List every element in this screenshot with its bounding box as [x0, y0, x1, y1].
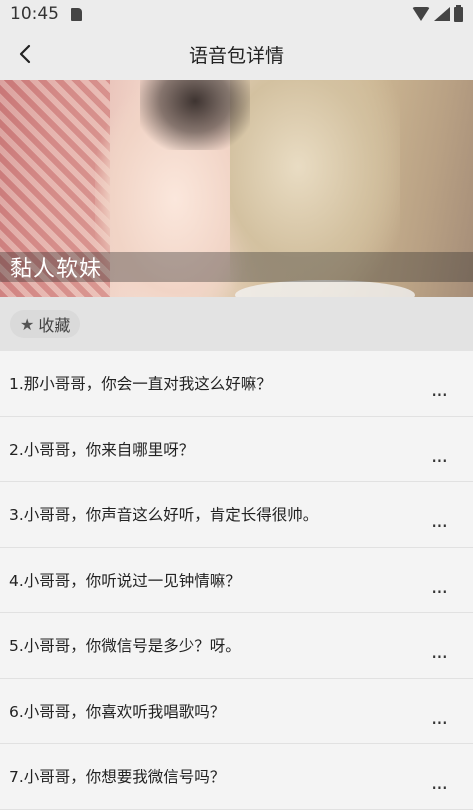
favorite-label: 收藏 [38, 316, 71, 335]
more-options-icon[interactable]: ... [427, 693, 451, 729]
more-options-icon[interactable]: ... [427, 627, 451, 663]
list-item[interactable]: 6.小哥哥，你喜欢听我唱歌吗？ ... [0, 679, 473, 744]
top-nav-bar: 语音包详情 [0, 28, 473, 80]
signal-icon [434, 7, 450, 21]
list-item[interactable]: 2.小哥哥，你来自哪里呀？ ... [0, 417, 473, 482]
list-item[interactable]: 7.小哥哥，你想要我微信号吗？ ... [0, 744, 473, 810]
voice-clip-text: 1.那小哥哥，你会一直对我这么好嘛？ [9, 375, 272, 394]
list-item[interactable]: 4.小哥哥，你听说过一见钟情嘛？ ... [0, 548, 473, 613]
voice-clip-text: 6.小哥哥，你喜欢听我唱歌吗？ [9, 702, 226, 721]
list-item[interactable]: 5.小哥哥，你微信号是多少？呀。 ... [0, 613, 473, 679]
more-options-icon[interactable]: ... [427, 758, 451, 794]
voice-clip-text: 4.小哥哥，你听说过一见钟情嘛？ [9, 571, 241, 590]
chevron-left-icon [19, 44, 31, 64]
list-item[interactable]: 1.那小哥哥，你会一直对我这么好嘛？ ... [0, 351, 473, 417]
more-options-icon[interactable]: ... [427, 562, 451, 598]
page-title: 语音包详情 [188, 44, 284, 67]
voice-clip-text: 2.小哥哥，你来自哪里呀？ [9, 440, 195, 459]
status-time: 10:45 [10, 4, 59, 24]
voice-clip-text: 3.小哥哥，你声音这么好听，肯定长得很帅。 [9, 506, 319, 525]
back-button[interactable] [8, 36, 44, 72]
voice-pack-name: 黏人软妹 [0, 252, 473, 282]
more-options-icon[interactable]: ... [427, 496, 451, 532]
list-item[interactable]: 3.小哥哥，你声音这么好听，肯定长得很帅。 ... [0, 482, 473, 548]
more-options-icon[interactable]: ... [427, 431, 451, 467]
wifi-icon [412, 7, 430, 21]
battery-icon [454, 4, 463, 22]
sd-card-icon [71, 7, 82, 21]
more-options-icon[interactable]: ... [427, 365, 451, 401]
voice-clip-list: 1.那小哥哥，你会一直对我这么好嘛？ ... 2.小哥哥，你来自哪里呀？ ...… [0, 351, 473, 810]
voice-clip-text: 7.小哥哥，你想要我微信号吗？ [9, 768, 226, 787]
favorite-bar: ★ 收藏 [0, 297, 473, 351]
status-bar: 10:45 [0, 0, 473, 28]
status-icons [412, 4, 463, 22]
voice-pack-cover-image: 黏人软妹 [0, 80, 473, 297]
star-icon: ★ [20, 314, 35, 334]
voice-clip-text: 5.小哥哥，你微信号是多少？呀。 [9, 637, 241, 656]
favorite-button[interactable]: ★ 收藏 [10, 310, 81, 338]
